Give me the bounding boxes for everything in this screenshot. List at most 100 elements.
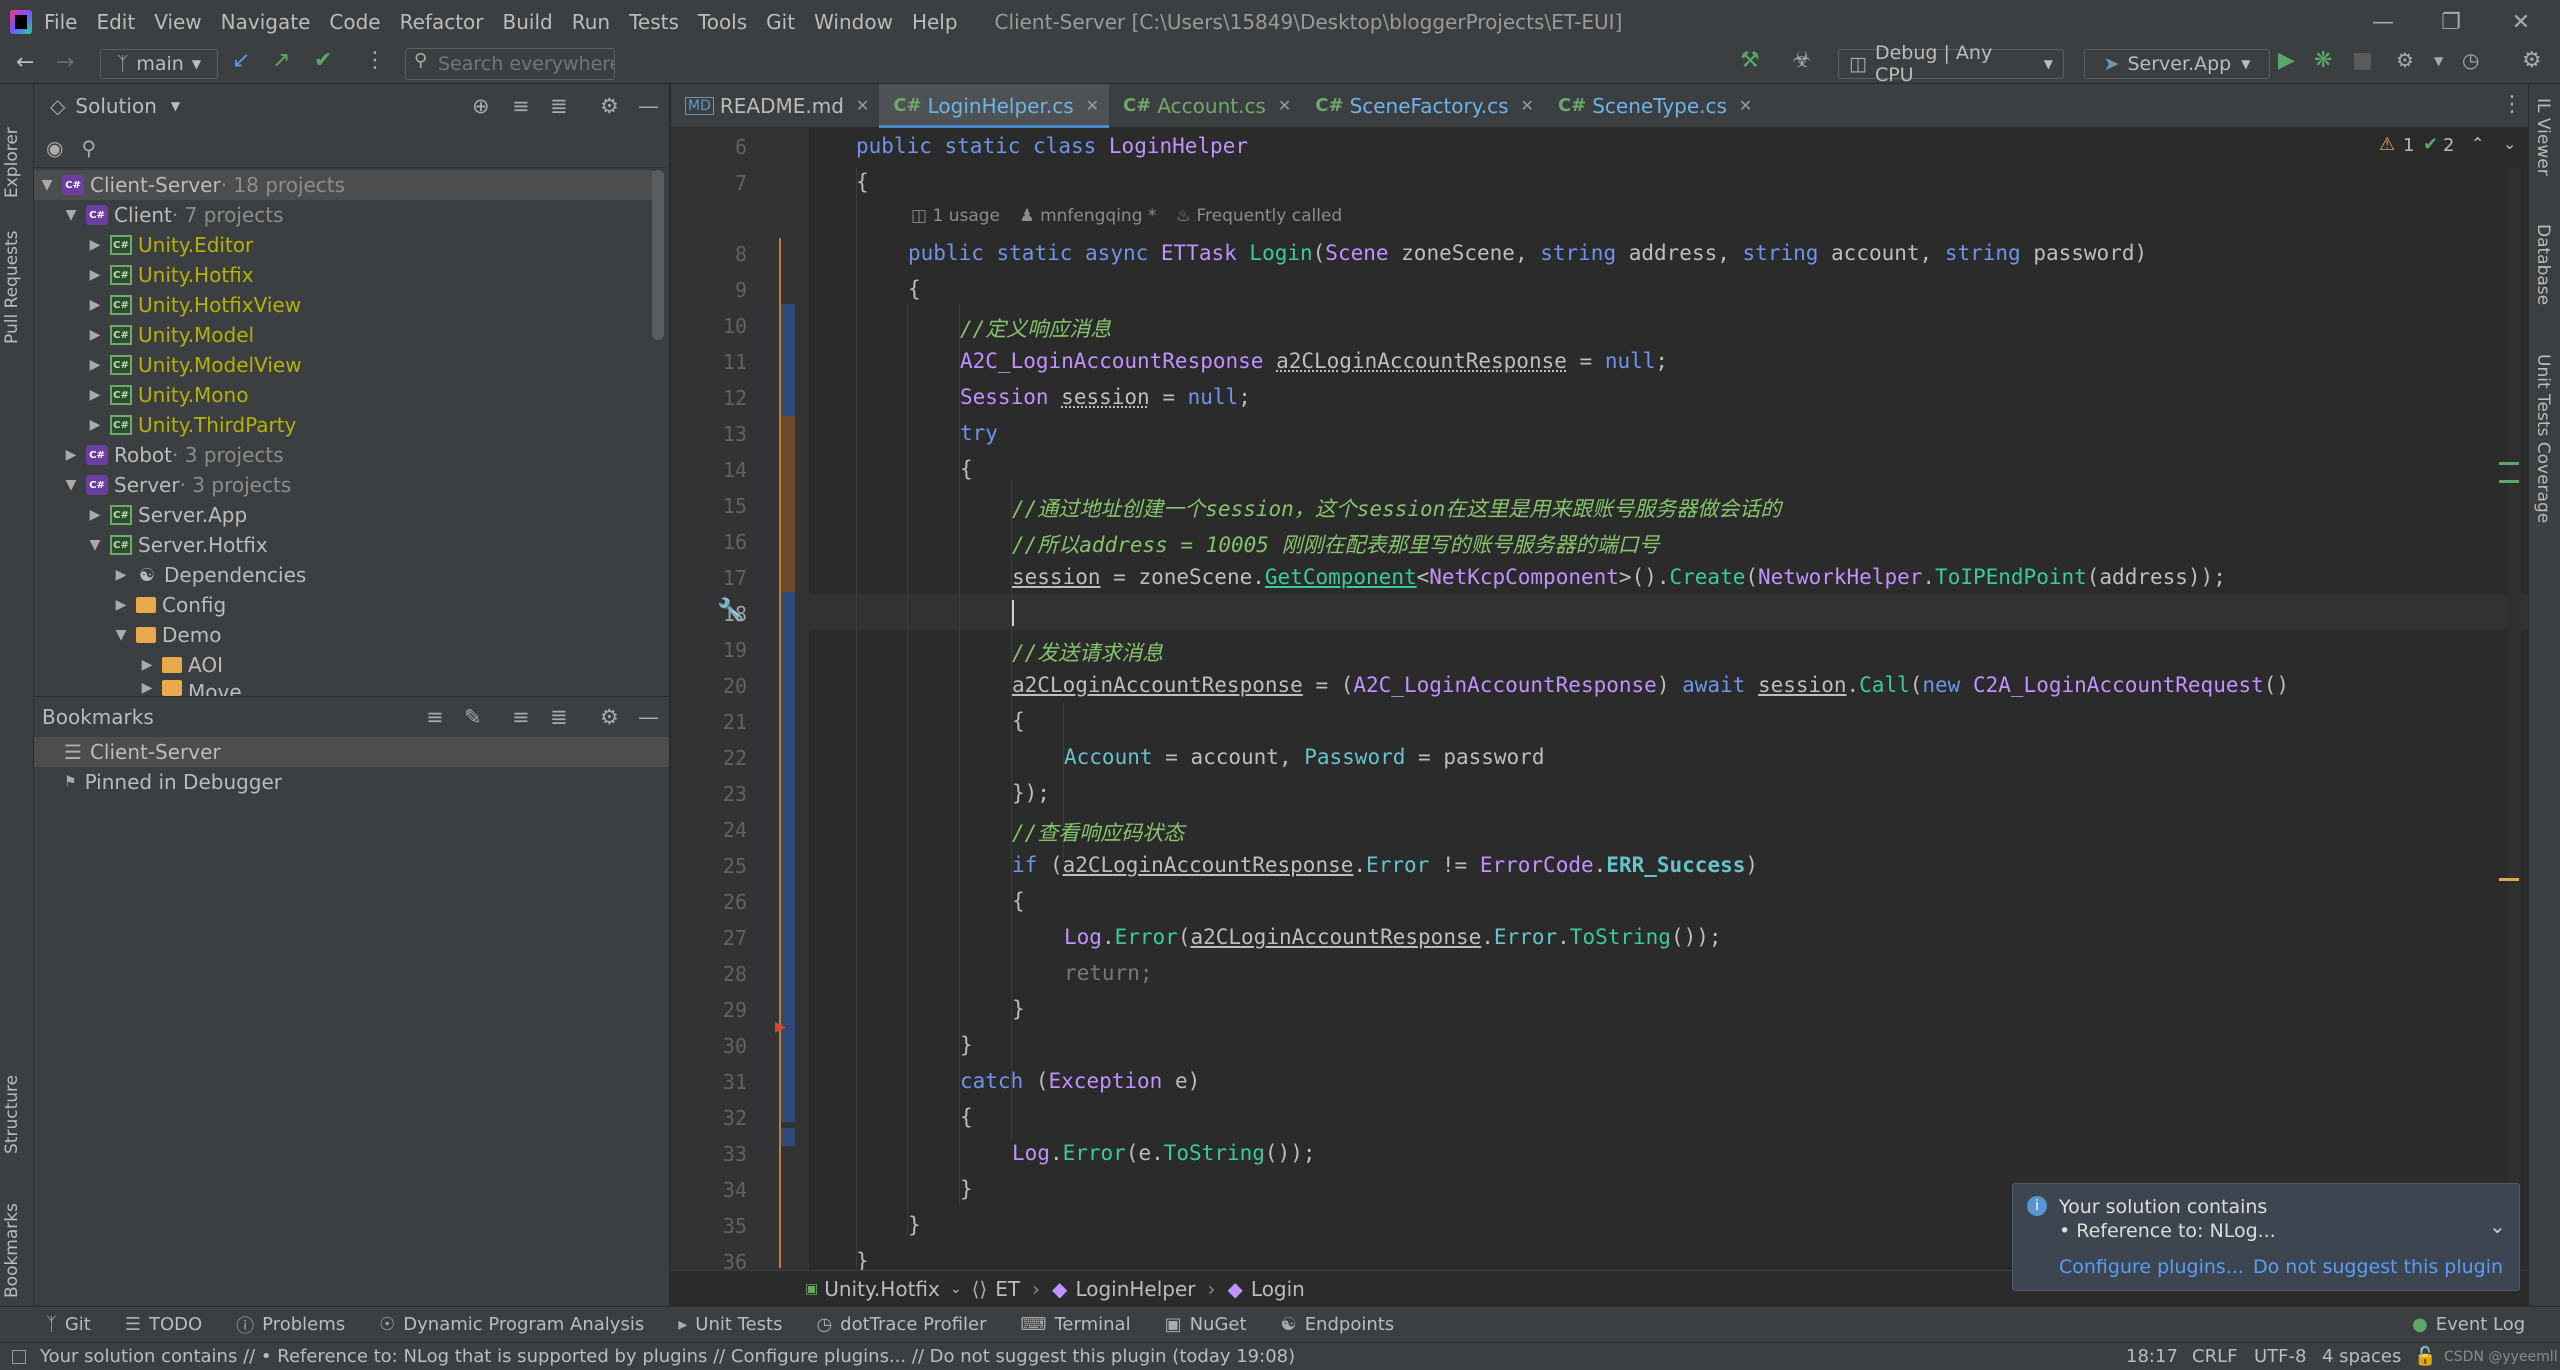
tree-item-server[interactable]: ▼ C# Server · 3 projects [34, 470, 654, 500]
tab-account[interactable]: C# Account.cs ✕ [1109, 84, 1301, 128]
panel-settings-gear-icon[interactable]: ⚙ [600, 705, 619, 729]
chevron-down-icon[interactable]: ▼ [62, 477, 80, 493]
hide-panel-icon[interactable]: — [638, 705, 659, 729]
close-tab-icon[interactable]: ✕ [1521, 96, 1534, 115]
file-encoding[interactable]: UTF-8 [2254, 1346, 2306, 1367]
author-hint[interactable]: mnfengqing * [1040, 206, 1156, 226]
menu-view[interactable]: View [154, 10, 201, 34]
tool-unit-tests[interactable]: ▸ Unit Tests [678, 1314, 782, 1335]
attach-process-icon[interactable]: ☣ [1792, 48, 1812, 73]
bookmarks-tab[interactable]: Bookmarks [2, 1168, 22, 1298]
close-tab-icon[interactable]: ✕ [1278, 96, 1291, 115]
solution-filter-icon[interactable]: ◉ [46, 136, 63, 160]
chevron-right-icon[interactable]: ▶ [86, 267, 104, 283]
chevron-down-icon[interactable]: ▼ [38, 177, 56, 193]
chevron-down-icon[interactable]: ⌄ [2503, 134, 2516, 153]
database-tab[interactable]: Database [2533, 224, 2553, 334]
menu-refactor[interactable]: Refactor [400, 10, 484, 34]
chevron-down-icon[interactable]: ▼ [112, 627, 130, 643]
expand-chevron-icon[interactable]: ⌄ [2489, 1214, 2506, 1238]
chevron-down-icon[interactable]: ▼ [2434, 54, 2443, 68]
close-tab-icon[interactable]: ✕ [1739, 96, 1752, 115]
tab-scenefactory[interactable]: C# SceneFactory.cs ✕ [1301, 84, 1544, 128]
breadcrumb-project[interactable]: Unity.Hotfix [824, 1277, 940, 1301]
build-config-selector[interactable]: ◫ Debug | Any CPU ▼ [1838, 42, 2064, 86]
chevron-right-icon[interactable]: ▶ [86, 237, 104, 253]
tab-readme[interactable]: MD README.md ✕ [671, 84, 879, 128]
git-push-icon[interactable]: ↗ [272, 48, 290, 73]
status-message[interactable]: Your solution contains // • Reference to… [40, 1346, 1295, 1367]
editor-scrollbar[interactable] [2507, 168, 2521, 1268]
coverage-icon[interactable]: ⚙ [2396, 48, 2414, 72]
chevron-right-icon[interactable]: ▶ [112, 567, 130, 583]
tree-item-config[interactable]: ▶ Config [34, 590, 654, 620]
menu-build[interactable]: Build [503, 10, 553, 34]
git-update-icon[interactable]: ↙ [232, 48, 250, 73]
tool-dpa[interactable]: ☉ Dynamic Program Analysis [379, 1314, 644, 1335]
tool-nuget[interactable]: ▣ NuGet [1165, 1314, 1247, 1335]
tree-item-project[interactable]: ▶ C# Unity.Mono [34, 380, 654, 410]
il-viewer-tab[interactable]: IL Viewer [2533, 98, 2553, 208]
minimize-icon[interactable]: — [2346, 0, 2420, 44]
warning-triangle-icon[interactable]: ⚠ [2379, 134, 2395, 155]
tree-item-project[interactable]: ▶ C# Unity.Editor [34, 230, 654, 260]
solution-title[interactable]: Solution [75, 94, 156, 118]
forward-arrow-icon[interactable]: → [56, 50, 74, 75]
tree-item-robot[interactable]: ▶ C# Robot · 3 projects [34, 440, 654, 470]
add-bookmark-list-icon[interactable]: ≡ [426, 705, 444, 729]
hide-panel-icon[interactable]: — [638, 94, 659, 118]
breadcrumb-namespace[interactable]: ET [995, 1277, 1020, 1301]
tab-scenetype[interactable]: C# SceneType.cs ✕ [1544, 84, 1762, 128]
check-icon[interactable]: ✔ [2423, 134, 2438, 155]
menu-run[interactable]: Run [572, 10, 610, 34]
back-arrow-icon[interactable]: ← [16, 50, 34, 75]
tool-todo[interactable]: ☰ TODO [125, 1314, 202, 1335]
chevron-right-icon[interactable]: ▶ [86, 327, 104, 343]
tool-problems[interactable]: ⓘ Problems [236, 1312, 345, 1338]
git-commit-icon[interactable]: ✔ [314, 48, 332, 73]
do-not-suggest-link[interactable]: Do not suggest this plugin [2253, 1256, 2503, 1278]
breadcrumb-method[interactable]: Login [1251, 1277, 1305, 1301]
tree-item-project[interactable]: ▶ C# Unity.Model [34, 320, 654, 350]
settings-gear-icon[interactable]: ⚙ [2522, 48, 2542, 73]
status-toggle-icon[interactable] [12, 1349, 26, 1364]
tree-item-project[interactable]: ▶ C# Unity.HotfixView [34, 290, 654, 320]
breadcrumb-class[interactable]: LoginHelper [1075, 1277, 1195, 1301]
menu-help[interactable]: Help [912, 10, 958, 34]
collapse-all-icon[interactable]: ≣ [550, 705, 568, 729]
unit-tests-coverage-tab[interactable]: Unit Tests Coverage [2533, 354, 2553, 574]
edit-pencil-icon[interactable]: ✎ [464, 705, 482, 729]
tool-endpoints[interactable]: ☯ Endpoints [1281, 1314, 1395, 1335]
menu-git[interactable]: Git [766, 10, 795, 34]
explorer-tab[interactable]: Explorer [2, 98, 22, 198]
pull-requests-tab[interactable]: Pull Requests [2, 214, 22, 345]
chevron-right-icon[interactable]: ▶ [86, 507, 104, 523]
menu-code[interactable]: Code [329, 10, 380, 34]
chevron-right-icon[interactable]: ▶ [86, 357, 104, 373]
tool-dottrace[interactable]: ◷ dotTrace Profiler [816, 1314, 986, 1335]
menu-edit[interactable]: Edit [96, 10, 135, 34]
build-hammer-icon[interactable]: ⚒ [1740, 48, 1760, 73]
tree-scrollbar[interactable] [652, 170, 664, 340]
expand-all-icon[interactable]: ≡ [512, 705, 530, 729]
tab-loginhelper[interactable]: C# LoginHelper.cs ✕ [879, 83, 1110, 128]
branch-selector[interactable]: ᛉ main ▼ [100, 49, 218, 79]
profiler-icon[interactable]: ◷ [2462, 48, 2479, 72]
chevron-right-icon[interactable]: ▶ [112, 597, 130, 613]
run-config-selector[interactable]: ➤ Server.App ▼ [2084, 49, 2270, 79]
wrench-icon[interactable]: 🔧 [717, 598, 744, 623]
chevron-up-icon[interactable]: ⌃ [2471, 134, 2484, 153]
chevron-right-icon[interactable]: ▶ [86, 417, 104, 433]
chevron-down-icon[interactable]: ⌄ [950, 1281, 962, 1297]
menu-navigate[interactable]: Navigate [221, 10, 311, 34]
solution-search-icon[interactable]: ⚲ [81, 136, 96, 160]
tool-git[interactable]: ᛉ Git [46, 1314, 91, 1335]
chevron-right-icon[interactable]: ▶ [86, 297, 104, 313]
stop-icon[interactable]: ■ [2352, 48, 2373, 73]
tree-item-aoi[interactable]: ▶ AOI [34, 650, 654, 680]
usage-hint[interactable]: 1 usage [932, 206, 1000, 226]
close-window-icon[interactable]: ✕ [2484, 0, 2558, 44]
tree-item-client[interactable]: ▼ C# Client · 7 projects [34, 200, 654, 230]
chevron-right-icon[interactable]: ▶ [86, 387, 104, 403]
menu-window[interactable]: Window [814, 10, 893, 34]
